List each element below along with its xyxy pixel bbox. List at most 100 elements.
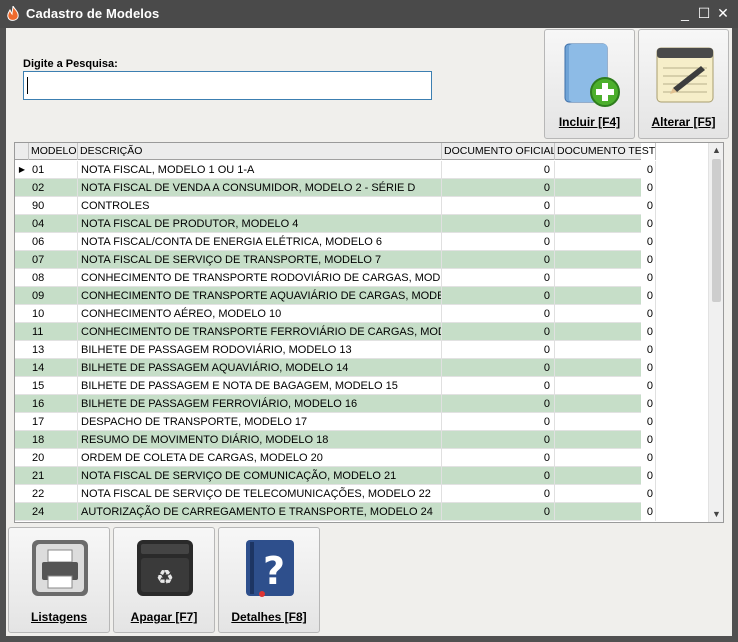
row-indicator[interactable] [15, 467, 29, 485]
cell-documento-teste[interactable]: 0 [555, 449, 656, 467]
scrollbar-thumb[interactable] [712, 159, 721, 302]
scroll-up-icon[interactable]: ▲ [709, 143, 723, 158]
cell-documento-oficial[interactable]: 0 [442, 287, 555, 305]
maximize-button[interactable]: ☐ [695, 4, 713, 22]
cell-documento-teste[interactable]: 0 [555, 197, 656, 215]
cell-descricao[interactable]: NOTA FISCAL, MODELO 1 OU 1-A [78, 161, 442, 179]
cell-documento-teste[interactable]: 0 [555, 323, 656, 341]
cell-documento-oficial[interactable]: 0 [442, 503, 555, 521]
cell-documento-teste[interactable]: 0 [555, 341, 656, 359]
alter-button[interactable]: Alterar [F5] [638, 29, 729, 139]
cell-modelo[interactable]: 14 [29, 359, 78, 377]
cell-descricao[interactable]: NOTA FISCAL/CONTA DE ENERGIA ELÉTRICA, M… [78, 233, 442, 251]
column-header-documento-oficial[interactable]: DOCUMENTO OFICIAL [442, 143, 555, 160]
cell-documento-teste[interactable]: 0 [555, 287, 656, 305]
cell-modelo[interactable]: 08 [29, 269, 78, 287]
models-table[interactable]: MODELO DESCRIÇÃO DOCUMENTO OFICIAL DOCUM… [14, 142, 724, 523]
cell-descricao[interactable]: AUTORIZAÇÃO DE CARREGAMENTO E TRANSPORTE… [78, 503, 442, 521]
cell-descricao[interactable]: BILHETE DE PASSAGEM E NOTA DE BAGAGEM, M… [78, 377, 442, 395]
row-indicator[interactable] [15, 323, 29, 341]
cell-documento-teste[interactable]: 0 [555, 431, 656, 449]
table-row[interactable]: 21 NOTA FISCAL DE SERVIÇO DE COMUNICAÇÃO,… [15, 467, 656, 485]
cell-documento-teste[interactable]: 0 [555, 503, 656, 521]
scroll-down-icon[interactable]: ▼ [709, 507, 723, 522]
cell-documento-oficial[interactable]: 0 [442, 251, 555, 269]
cell-descricao[interactable]: CONHECIMENTO DE TRANSPORTE FERROVIÁRIO D… [78, 323, 442, 341]
cell-descricao[interactable]: BILHETE DE PASSAGEM RODOVIÁRIO, MODELO 1… [78, 341, 442, 359]
row-indicator[interactable] [15, 359, 29, 377]
cell-documento-oficial[interactable]: 0 [442, 269, 555, 287]
table-row[interactable]: 04 NOTA FISCAL DE PRODUTOR, MODELO 400 [15, 215, 656, 233]
cell-documento-oficial[interactable]: 0 [442, 449, 555, 467]
row-indicator[interactable] [15, 503, 29, 521]
table-row[interactable]: 08 CONHECIMENTO DE TRANSPORTE RODOVIÁRIO … [15, 269, 656, 287]
row-indicator[interactable] [15, 269, 29, 287]
table-row[interactable]: 24 AUTORIZAÇÃO DE CARREGAMENTO E TRANSPOR… [15, 503, 656, 521]
cell-modelo[interactable]: 09 [29, 287, 78, 305]
cell-documento-teste[interactable]: 0 [555, 161, 656, 179]
row-indicator[interactable] [15, 287, 29, 305]
cell-documento-oficial[interactable]: 0 [442, 215, 555, 233]
cell-descricao[interactable]: CONHECIMENTO DE TRANSPORTE RODOVIÁRIO DE… [78, 269, 442, 287]
delete-button[interactable]: ♻ Apagar [F7] [113, 527, 215, 633]
cell-documento-oficial[interactable]: 0 [442, 341, 555, 359]
row-indicator[interactable] [15, 251, 29, 269]
cell-descricao[interactable]: NOTA FISCAL DE VENDA A CONSUMIDOR, MODEL… [78, 179, 442, 197]
cell-documento-oficial[interactable]: 0 [442, 395, 555, 413]
include-button[interactable]: Incluir [F4] [544, 29, 635, 139]
minimize-button[interactable]: _ [676, 4, 694, 22]
table-row[interactable]: 06 NOTA FISCAL/CONTA DE ENERGIA ELÉTRICA,… [15, 233, 656, 251]
cell-documento-teste[interactable]: 0 [555, 395, 656, 413]
cell-descricao[interactable]: RESUMO DE MOVIMENTO DIÁRIO, MODELO 18 [78, 431, 442, 449]
table-row[interactable]: 20 ORDEM DE COLETA DE CARGAS, MODELO 20 0 0 [15, 449, 656, 467]
cell-documento-teste[interactable]: 0 [555, 251, 656, 269]
table-row[interactable]: 15 BILHETE DE PASSAGEM E NOTA DE BAGAGEM,… [15, 377, 656, 395]
row-indicator[interactable] [15, 179, 29, 197]
cell-documento-oficial[interactable]: 0 [442, 233, 555, 251]
cell-documento-oficial[interactable]: 0 [442, 305, 555, 323]
table-row[interactable]: 14 BILHETE DE PASSAGEM AQUAVIÁRIO, MODELO… [15, 359, 656, 377]
column-header-modelo[interactable]: MODELO [29, 143, 78, 160]
table-row[interactable]: 16 BILHETE DE PASSAGEM FERROVIÁRIO, MODEL… [15, 395, 656, 413]
row-indicator[interactable] [15, 215, 29, 233]
cell-modelo[interactable]: 16 [29, 395, 78, 413]
table-row[interactable]: 90 CONTROLES 0 0 [15, 197, 656, 215]
cell-modelo[interactable]: 07 [29, 251, 78, 269]
cell-modelo[interactable]: 04 [29, 215, 78, 233]
title-bar[interactable]: Cadastro de Modelos _ ☐ ✕ [0, 0, 738, 28]
cell-modelo[interactable]: 02 [29, 179, 78, 197]
row-indicator[interactable] [15, 197, 29, 215]
column-header-documento-teste[interactable]: DOCUMENTO TESTE [555, 143, 656, 160]
cell-documento-teste[interactable]: 0 [555, 215, 656, 233]
cell-descricao[interactable]: NOTA FISCAL DE SERVIÇO DE COMUNICAÇÃO, M… [78, 467, 442, 485]
cell-descricao[interactable]: ORDEM DE COLETA DE CARGAS, MODELO 20 [78, 449, 442, 467]
details-button[interactable]: ? Detalhes [F8] [218, 527, 320, 633]
cell-modelo[interactable]: 18 [29, 431, 78, 449]
cell-documento-oficial[interactable]: 0 [442, 179, 555, 197]
cell-documento-teste[interactable]: 0 [555, 233, 656, 251]
cell-documento-oficial[interactable]: 0 [442, 485, 555, 503]
row-indicator[interactable] [15, 485, 29, 503]
cell-documento-oficial[interactable]: 0 [442, 197, 555, 215]
cell-modelo[interactable]: 13 [29, 341, 78, 359]
table-row[interactable]: 10 CONHECIMENTO AÉREO, MODELO 10 0 0 [15, 305, 656, 323]
cell-documento-teste[interactable]: 0 [555, 485, 656, 503]
table-row[interactable]: 22 NOTA FISCAL DE SERVIÇO DE TELECOMUNICA… [15, 485, 656, 503]
cell-modelo[interactable]: 17 [29, 413, 78, 431]
row-indicator[interactable] [15, 341, 29, 359]
cell-documento-teste[interactable]: 0 [555, 413, 656, 431]
row-indicator[interactable] [15, 305, 29, 323]
cell-modelo[interactable]: 22 [29, 485, 78, 503]
table-row[interactable]: 09 CONHECIMENTO DE TRANSPORTE AQUAVIÁRIO … [15, 287, 656, 305]
row-indicator[interactable] [15, 431, 29, 449]
cell-descricao[interactable]: CONHECIMENTO AÉREO, MODELO 10 [78, 305, 442, 323]
table-row[interactable]: 18 RESUMO DE MOVIMENTO DIÁRIO, MODELO 18 0… [15, 431, 656, 449]
cell-modelo[interactable]: 11 [29, 323, 78, 341]
close-button[interactable]: ✕ [714, 4, 732, 22]
column-header-descricao[interactable]: DESCRIÇÃO [78, 143, 442, 160]
cell-descricao[interactable]: NOTA FISCAL DE PRODUTOR, MODELO 4 [78, 215, 442, 233]
cell-documento-oficial[interactable]: 0 [442, 377, 555, 395]
cell-documento-oficial[interactable]: 0 [442, 431, 555, 449]
row-indicator[interactable] [15, 395, 29, 413]
cell-descricao[interactable]: CONTROLES [78, 197, 442, 215]
